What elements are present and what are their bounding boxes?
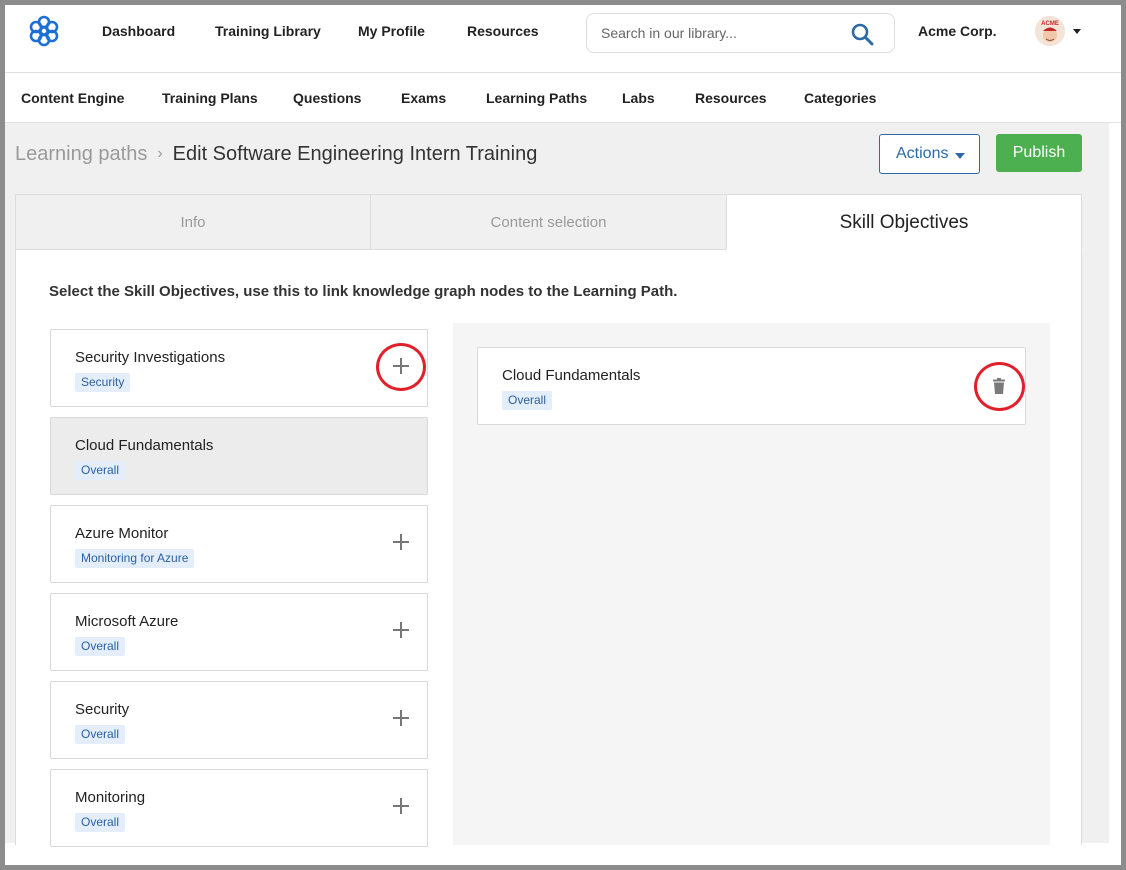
nav-resources[interactable]: Resources bbox=[467, 23, 539, 39]
skill-name: Monitoring bbox=[75, 789, 146, 806]
subnav-learning-paths[interactable]: Learning Paths bbox=[486, 90, 587, 106]
plus-icon[interactable] bbox=[393, 622, 409, 638]
subnav-labs[interactable]: Labs bbox=[622, 90, 655, 106]
actions-button-label: Actions bbox=[896, 145, 949, 162]
skill-tag: Overall bbox=[75, 725, 126, 744]
top-header: Dashboard Training Library My Profile Re… bbox=[5, 5, 1121, 73]
skill-name: Cloud Fundamentals bbox=[502, 367, 641, 384]
tab-info[interactable]: Info bbox=[15, 194, 371, 250]
nav-training-library[interactable]: Training Library bbox=[215, 23, 321, 39]
breadcrumb-learning-paths[interactable]: Learning paths bbox=[15, 143, 147, 165]
skill-card-security-investigations[interactable]: Security Investigations Security bbox=[50, 329, 428, 407]
publish-button[interactable]: Publish bbox=[996, 134, 1082, 172]
subnav-resources[interactable]: Resources bbox=[695, 90, 767, 106]
skill-card-microsoft-azure[interactable]: Microsoft Azure Overall bbox=[50, 593, 428, 671]
app-logo-icon[interactable] bbox=[27, 14, 61, 48]
skill-tag: Overall bbox=[502, 391, 553, 410]
skill-name: Microsoft Azure bbox=[75, 613, 179, 630]
selected-skill-card-cloud-fundamentals: Cloud Fundamentals Overall bbox=[477, 347, 1026, 425]
breadcrumb-separator: › bbox=[157, 145, 163, 162]
avatar-logo-text: ACME bbox=[1041, 21, 1059, 27]
avatar-image: ACME bbox=[1035, 16, 1065, 46]
skill-name: Security bbox=[75, 701, 130, 718]
breadcrumb: Learning paths › Edit Software Engineering… bbox=[15, 143, 537, 166]
search-box bbox=[586, 13, 895, 53]
instructions-text: Select the Skill Objectives, use this to… bbox=[49, 283, 678, 300]
skill-card-cloud-fundamentals[interactable]: Cloud Fundamentals Overall bbox=[50, 417, 428, 495]
plus-icon[interactable] bbox=[393, 534, 409, 550]
highlight-ring bbox=[974, 362, 1025, 411]
page-title: Edit Software Engineering Intern Trainin… bbox=[172, 143, 538, 165]
tab-skill-objectives[interactable]: Skill Objectives bbox=[726, 194, 1082, 250]
skill-tag: Security bbox=[75, 373, 131, 392]
skill-objectives-panel: Select the Skill Objectives, use this to… bbox=[15, 250, 1082, 847]
search-input[interactable] bbox=[601, 23, 831, 43]
skill-tag: Overall bbox=[75, 461, 126, 480]
plus-icon[interactable] bbox=[393, 798, 409, 814]
skill-tag: Overall bbox=[75, 637, 126, 656]
subnav-content-engine[interactable]: Content Engine bbox=[21, 90, 124, 106]
actions-button[interactable]: Actions bbox=[879, 134, 980, 174]
skill-name: Cloud Fundamentals bbox=[75, 437, 214, 454]
skill-name: Security Investigations bbox=[75, 349, 226, 366]
tab-content-selection[interactable]: Content selection bbox=[370, 194, 727, 250]
secondary-nav: Content Engine Training Plans Questions … bbox=[5, 74, 1121, 123]
subnav-questions[interactable]: Questions bbox=[293, 90, 361, 106]
subnav-training-plans[interactable]: Training Plans bbox=[162, 90, 258, 106]
caret-down-icon bbox=[955, 153, 965, 159]
chevron-down-icon[interactable] bbox=[1073, 29, 1081, 34]
plus-icon[interactable] bbox=[393, 710, 409, 726]
app-window: Dashboard Training Library My Profile Re… bbox=[0, 0, 1126, 870]
skill-card-monitoring[interactable]: Monitoring Overall bbox=[50, 769, 428, 847]
skill-name: Azure Monitor bbox=[75, 525, 169, 542]
search-icon[interactable] bbox=[850, 22, 874, 46]
nav-dashboard[interactable]: Dashboard bbox=[102, 23, 175, 39]
nav-my-profile[interactable]: My Profile bbox=[358, 23, 425, 39]
subnav-exams[interactable]: Exams bbox=[401, 90, 446, 106]
org-name[interactable]: Acme Corp. bbox=[918, 23, 997, 39]
highlight-ring bbox=[376, 343, 426, 391]
skill-tag: Overall bbox=[75, 813, 126, 832]
selected-skills-area: Cloud Fundamentals Overall bbox=[453, 323, 1050, 845]
main-content: Learning paths › Edit Software Engineering… bbox=[5, 123, 1109, 847]
skill-tag: Monitoring for Azure bbox=[75, 549, 195, 568]
tab-bar: Info Content selection Skill Objectives bbox=[15, 194, 1082, 250]
avatar[interactable]: ACME bbox=[1035, 16, 1065, 46]
skill-card-security[interactable]: Security Overall bbox=[50, 681, 428, 759]
subnav-categories[interactable]: Categories bbox=[804, 90, 876, 106]
skill-card-azure-monitor[interactable]: Azure Monitor Monitoring for Azure bbox=[50, 505, 428, 583]
